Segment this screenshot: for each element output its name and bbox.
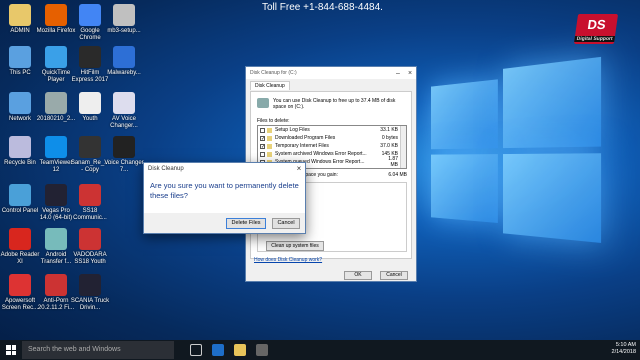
task-view-icon[interactable] (190, 344, 202, 356)
app-icon (9, 184, 31, 206)
app-icon (79, 184, 101, 206)
desktop-icon-label: Adobe Reader XI (0, 252, 40, 265)
desktop-icon-label: SS18 Communic... (73, 208, 107, 221)
list-item[interactable]: ✓ Downloaded Program Files 0 bytes (258, 134, 406, 142)
folder-icon (267, 151, 272, 157)
desktop-icon[interactable]: mb3-setup... (104, 4, 144, 35)
folder-icon (267, 135, 272, 141)
file-explorer-icon[interactable] (234, 344, 246, 356)
app-icon (45, 184, 67, 206)
app-icon (113, 92, 135, 114)
dialog-title: Disk Cleanup (148, 166, 184, 172)
desktop-icon[interactable]: AV Voice Changer... (104, 92, 144, 130)
app-icon (9, 274, 31, 296)
brand-logo: DS Digital Support (573, 14, 619, 44)
desktop-icon-label: mb3-setup... (107, 28, 141, 34)
desktop-icon-label: Apowersoft Screen Rec... (1, 298, 39, 311)
desktop-icon-label: Control Panel (1, 208, 39, 214)
app-icon (79, 136, 101, 158)
dialog-titlebar[interactable]: Disk Cleanup × (144, 163, 305, 175)
checkbox[interactable]: ✓ (260, 143, 265, 149)
desktop-icon-label: This PC (9, 70, 31, 76)
app-icon (45, 274, 67, 296)
taskbar: Search the web and Windows 5:10 AM 2/14/… (0, 340, 640, 360)
system-tray-clock[interactable]: 5:10 AM 2/14/2018 (612, 342, 636, 356)
desktop-icon[interactable]: Control Panel (0, 184, 40, 215)
app-icon (79, 274, 101, 296)
confirm-delete-dialog: Disk Cleanup × Are you sure you want to … (143, 162, 306, 234)
app-icon (9, 4, 31, 26)
desktop-icon[interactable]: SS18 Communic... (70, 184, 110, 222)
app-icon (45, 4, 67, 26)
list-item[interactable]: Setup Log Files 33.1 KB (258, 126, 406, 134)
folder-icon (267, 127, 272, 133)
list-item[interactable]: ✓ Temporary Internet Files 37.0 KB (258, 142, 406, 150)
desktop-icon[interactable]: Malwareby... (104, 46, 144, 77)
desktop-icon[interactable]: Network (0, 92, 40, 123)
ok-button[interactable]: OK (344, 271, 372, 280)
files-to-delete-label: Files to delete: (257, 118, 290, 124)
desktop-icon[interactable]: This PC (0, 46, 40, 77)
desktop-icon[interactable]: Voice Changer 7... (104, 136, 144, 174)
tab-disk-cleanup[interactable]: Disk Cleanup (250, 81, 290, 90)
desktop-icon[interactable]: ADMIN (0, 4, 40, 35)
desktop-icon[interactable]: Recycle Bin (0, 136, 40, 167)
dialog-message: Are you sure you want to permanently del… (150, 181, 299, 200)
app-icon (79, 4, 101, 26)
intro-text: You can use Disk Cleanup to free up to 3… (273, 98, 396, 110)
desktop-icon-label: Voice Changer 7... (104, 160, 144, 173)
app-icon (9, 92, 31, 114)
app-icon (9, 46, 31, 68)
app-icon (45, 46, 67, 68)
checkbox[interactable] (260, 151, 265, 157)
folder-icon (267, 143, 272, 149)
app-icon (79, 46, 101, 68)
dialog-footer: Delete Files Cancel (144, 213, 305, 233)
list-scrollbar[interactable] (400, 126, 406, 168)
app-icon (45, 92, 67, 114)
desktop-icon-label: ADMIN (10, 28, 30, 34)
app-icon (113, 4, 135, 26)
checkbox[interactable] (260, 127, 265, 133)
app-icon (9, 228, 31, 250)
close-icon[interactable]: × (404, 70, 416, 77)
app-icon (79, 92, 101, 114)
desktop-icon-label: SCANIA Truck Drivin... (70, 298, 110, 311)
windows-icon (6, 345, 16, 355)
desktop-icon[interactable]: Apowersoft Screen Rec... (0, 274, 40, 312)
delete-files-button[interactable]: Delete Files (226, 218, 266, 229)
minimize-icon[interactable]: – (392, 70, 404, 77)
desktop-icon-label: VADODARA SS18 Youth (73, 252, 107, 265)
windows-logo-wallpaper (430, 47, 610, 274)
disk-cleanup-titlebar[interactable]: Disk Cleanup for (C:) – × (246, 67, 416, 79)
toll-free-banner: Toll Free +1-844-688-4484. (262, 2, 383, 13)
store-icon[interactable] (256, 344, 268, 356)
drive-icon (257, 98, 269, 108)
clean-up-system-files-button[interactable]: Clean up system files (266, 241, 324, 251)
app-icon (113, 136, 135, 158)
desktop-icon-label: Malwareby... (107, 70, 141, 76)
window-title: Disk Cleanup for (C:) (250, 70, 297, 76)
desktop-icon[interactable]: Adobe Reader XI (0, 228, 40, 266)
app-icon (45, 136, 67, 158)
desktop-icon[interactable]: VADODARA SS18 Youth (70, 228, 110, 266)
edge-icon[interactable] (212, 344, 224, 356)
desktop-icon-label: Recycle Bin (4, 160, 36, 166)
app-icon (113, 46, 135, 68)
app-icon (9, 136, 31, 158)
how-does-cleanup-work-link[interactable]: How does Disk Cleanup work? (254, 257, 322, 263)
taskbar-search[interactable]: Search the web and Windows (22, 341, 174, 359)
cancel-button[interactable]: Cancel (380, 271, 408, 280)
close-icon[interactable]: × (293, 165, 305, 175)
app-icon (45, 228, 67, 250)
checkbox[interactable]: ✓ (260, 135, 265, 141)
start-button[interactable] (0, 340, 22, 360)
dialog-cancel-button[interactable]: Cancel (272, 218, 300, 229)
desktop-icon-label: AV Voice Changer... (110, 116, 138, 129)
desktop-icon[interactable]: SCANIA Truck Drivin... (70, 274, 110, 312)
desktop-icon-label: Network (8, 116, 31, 122)
app-icon (79, 228, 101, 250)
